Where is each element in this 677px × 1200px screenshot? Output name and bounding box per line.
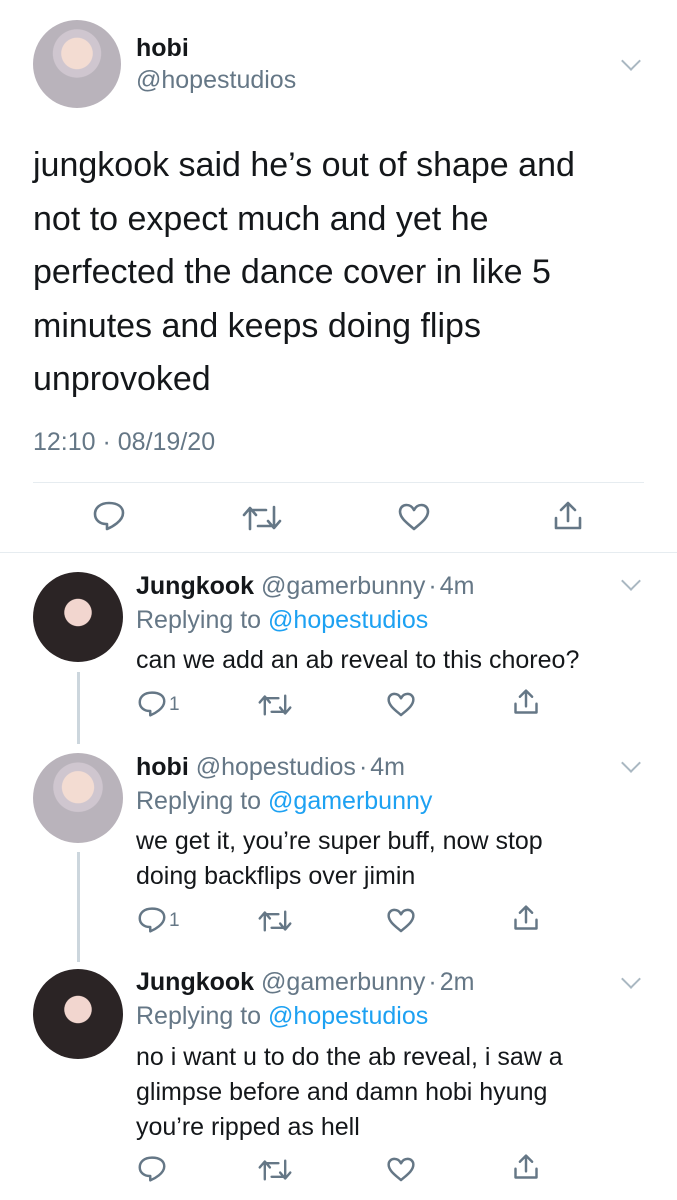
retweet-icon[interactable] [258,693,292,717]
avatar[interactable] [33,753,123,843]
replying-prefix: Replying to [136,606,262,634]
replying-to-link[interactable]: @gamerbunny [268,787,432,816]
replying-to: Replying to @gamerbunny [136,787,432,816]
main-display-name[interactable]: hobi [136,34,189,63]
timestamp[interactable]: 12:10 · 08/19/20 [33,428,215,457]
reply-line: doing backflips over jimin [136,862,416,890]
avatar[interactable] [33,969,123,1059]
chevron-down-icon[interactable] [621,571,641,591]
reply-handle[interactable]: @hopestudios [196,753,356,782]
separator: · [428,968,437,996]
replying-prefix: Replying to [136,1002,262,1030]
share-icon[interactable] [512,904,540,932]
reply-line: no i want u to do the ab reveal, i saw a [136,1043,563,1071]
tweet-line: unprovoked [33,360,211,398]
reply-time[interactable]: 4m [370,753,405,782]
thread-line [77,852,80,962]
avatar[interactable] [33,572,123,662]
reply-handle[interactable]: @gamerbunny [261,968,425,997]
reply-count: 1 [169,694,180,715]
reply-icon[interactable] [92,500,126,532]
divider [33,482,644,483]
reply-text: can we add an ab reveal to this choreo? [136,643,579,678]
heart-icon[interactable] [397,502,431,532]
main-handle[interactable]: @hopestudios [136,66,296,95]
heart-icon[interactable] [386,1156,416,1183]
reply-time[interactable]: 4m [440,572,475,601]
separator: · [428,572,437,600]
replying-to: Replying to @hopestudios [136,1002,428,1031]
reply-header: Jungkook @gamerbunny · 2m [136,968,474,997]
replying-to: Replying to @hopestudios [136,606,428,635]
replying-to-link[interactable]: @hopestudios [268,1002,428,1031]
chevron-down-icon[interactable] [621,51,641,71]
tweet-line: not to expect much and yet he [33,199,489,238]
share-icon[interactable] [512,688,540,716]
retweet-icon[interactable] [258,1158,292,1182]
divider [0,552,677,553]
retweet-icon[interactable] [242,504,282,532]
heart-icon[interactable] [386,907,416,934]
avatar[interactable] [33,20,121,108]
replying-prefix: Replying to [136,787,262,815]
reply-icon[interactable] [137,690,167,718]
reply-line: glimpse before and damn hobi hyung [136,1078,548,1106]
reply-header: Jungkook @gamerbunny · 4m [136,572,474,601]
reply-icon[interactable] [137,1155,167,1183]
reply-header: hobi @hopestudios · 4m [136,753,405,782]
share-icon[interactable] [512,1153,540,1181]
heart-icon[interactable] [386,691,416,718]
reply-text: we get it, you’re super buff, now stop d… [136,824,543,894]
reply-count: 1 [169,910,180,931]
chevron-down-icon[interactable] [621,753,641,773]
thread-line [77,672,80,744]
separator: · [358,753,368,781]
reply-display-name[interactable]: Jungkook [136,572,254,601]
reply-text: no i want u to do the ab reveal, i saw a… [136,1040,563,1145]
reply-handle[interactable]: @gamerbunny [261,572,425,601]
reply-line: you’re ripped as hell [136,1113,360,1141]
reply-time[interactable]: 2m [440,968,475,997]
tweet-line: jungkook said he’s out of shape and [33,146,575,184]
replying-to-link[interactable]: @hopestudios [268,606,428,635]
tweet-line: perfected the dance cover in like 5 [33,253,551,291]
reply-icon[interactable] [137,906,167,934]
main-tweet-text: jungkook said he’s out of shape and not … [33,139,653,407]
chevron-down-icon[interactable] [621,969,641,989]
retweet-icon[interactable] [258,909,292,933]
share-icon[interactable] [552,500,584,532]
reply-line: can we add an ab reveal to this choreo? [136,646,580,674]
reply-line: we get it, you’re super buff, now stop [136,827,543,855]
tweet-line: minutes and keeps doing flips [33,306,481,345]
reply-display-name[interactable]: Jungkook [136,968,254,997]
reply-display-name[interactable]: hobi [136,753,189,782]
